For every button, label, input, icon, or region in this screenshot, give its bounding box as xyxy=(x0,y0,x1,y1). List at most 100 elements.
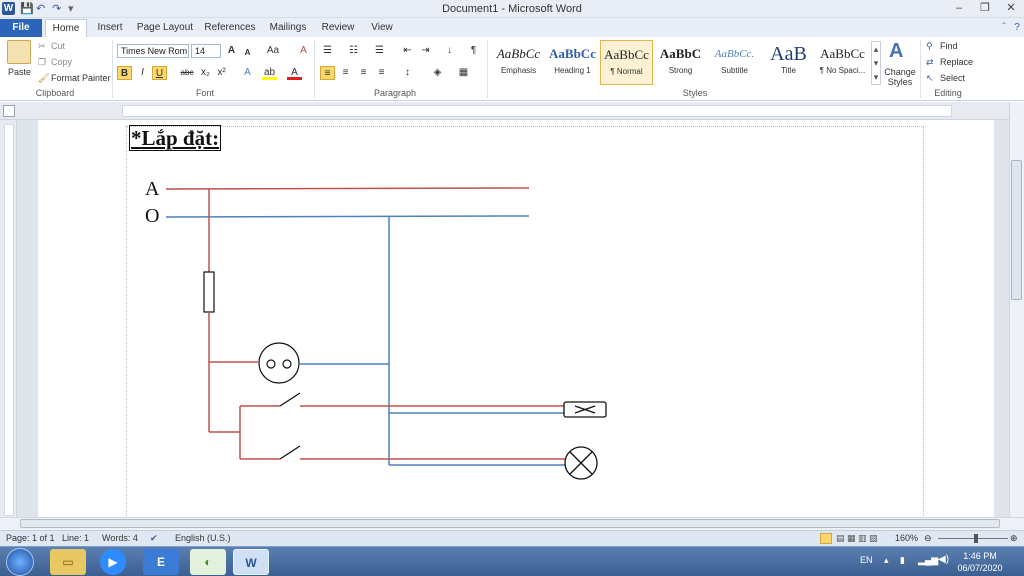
paragraph-group-label: Paragraph xyxy=(373,88,417,98)
style-strong[interactable]: AaBbC Strong xyxy=(654,40,707,85)
text-effects-icon[interactable]: A xyxy=(240,66,255,80)
input-language[interactable]: EN xyxy=(860,555,873,565)
font-family-select[interactable]: Times New Rom xyxy=(117,44,189,58)
zoom-app-icon[interactable]: ▶ xyxy=(100,549,126,575)
maximize-button[interactable]: ❐ xyxy=(974,1,996,16)
tab-references[interactable]: References xyxy=(203,19,257,37)
zoom-slider[interactable] xyxy=(938,538,1008,539)
green-app-icon[interactable]: ◐ xyxy=(190,549,226,575)
shading-icon[interactable]: ◈ xyxy=(430,66,445,80)
tab-selector-icon[interactable] xyxy=(3,105,15,117)
align-center-icon[interactable]: ≡ xyxy=(338,66,353,80)
tray-expand-icon[interactable]: ▴ xyxy=(884,555,889,566)
format-painter-button[interactable]: Format Painter xyxy=(51,73,111,83)
justify-icon[interactable]: ≡ xyxy=(374,66,389,80)
cut-icon[interactable]: ✂ xyxy=(38,41,46,52)
view-modes-icon[interactable]: ▤ ▦ ▥ ▧ xyxy=(836,533,878,544)
replace-icon[interactable]: ⇄ xyxy=(926,57,934,68)
grow-font-button[interactable]: A xyxy=(224,44,239,58)
word-count[interactable]: Words: 4 xyxy=(102,533,138,543)
tab-insert[interactable]: Insert xyxy=(92,19,128,37)
print-layout-icon[interactable] xyxy=(820,533,832,544)
minimize-ribbon-icon[interactable]: ˆ xyxy=(998,19,1010,37)
style-heading-1[interactable]: AaBbCc Heading 1 xyxy=(546,40,599,85)
styles-scroll-icon[interactable]: ▴ ▾ ▾ xyxy=(871,41,881,85)
minimize-button[interactable]: – xyxy=(948,1,970,16)
zoom-level[interactable]: 160% xyxy=(895,533,918,543)
volume-icon[interactable]: ◀) xyxy=(938,554,949,565)
binoculars-icon[interactable]: ⚲ xyxy=(926,41,933,52)
clock-date: 06/07/2020 xyxy=(957,563,1003,573)
format-painter-icon[interactable]: 🖌 xyxy=(38,73,49,84)
subscript-button[interactable]: x₂ xyxy=(198,66,213,80)
style-no-spacing[interactable]: AaBbCc ¶ No Spaci... xyxy=(816,40,869,85)
style-sample: AaBbCc. xyxy=(714,48,755,60)
close-button[interactable]: ✕ xyxy=(1000,1,1022,16)
bullets-icon[interactable]: ☰ xyxy=(320,44,335,58)
align-left-icon[interactable]: ≡ xyxy=(320,66,335,80)
start-button[interactable] xyxy=(6,548,34,576)
copy-button[interactable]: Copy xyxy=(51,57,72,67)
multilevel-list-icon[interactable]: ☰ xyxy=(372,44,387,58)
battery-icon[interactable]: ▮ xyxy=(900,555,905,566)
paste-button[interactable]: Paste xyxy=(8,67,31,77)
cut-button[interactable]: Cut xyxy=(51,41,65,51)
select-icon[interactable]: ↖ xyxy=(926,73,934,84)
zoom-in-icon[interactable]: ⊕ xyxy=(1010,533,1018,544)
tab-page-layout[interactable]: Page Layout xyxy=(136,19,194,37)
style-name: Emphasis xyxy=(500,66,537,75)
italic-button[interactable]: I xyxy=(135,66,150,80)
style-subtitle[interactable]: AaBbCc. Subtitle xyxy=(708,40,761,85)
change-styles-button[interactable]: Change Styles xyxy=(884,67,916,87)
copy-icon[interactable]: ❐ xyxy=(38,57,46,68)
show-formatting-button[interactable]: ¶ xyxy=(466,44,481,58)
underline-button[interactable]: U xyxy=(152,66,167,80)
align-right-icon[interactable]: ≡ xyxy=(356,66,371,80)
font-color-icon[interactable]: A xyxy=(287,66,302,80)
horizontal-scroll-thumb[interactable] xyxy=(20,519,1000,528)
ribbon-separator xyxy=(314,40,315,98)
language-indicator[interactable]: English (U.S.) xyxy=(175,533,231,543)
change-case-button[interactable]: Aa xyxy=(263,44,283,58)
network-icon[interactable]: ▂▄▆ xyxy=(918,555,938,566)
sort-icon[interactable]: ↓ xyxy=(442,44,457,58)
clock[interactable]: 1:46 PM 06/07/2020 xyxy=(950,550,1010,574)
replace-button[interactable]: Replace xyxy=(940,57,973,67)
zoom-slider-thumb[interactable] xyxy=(974,534,978,543)
strikethrough-button[interactable]: abc xyxy=(178,66,196,80)
select-button[interactable]: Select xyxy=(940,73,965,83)
zoom-out-icon[interactable]: ⊖ xyxy=(924,533,932,544)
ef-app-icon[interactable]: E xyxy=(143,549,179,575)
tab-view[interactable]: View xyxy=(366,19,398,37)
highlight-icon[interactable]: ab xyxy=(262,66,277,80)
numbering-icon[interactable]: ☷ xyxy=(346,44,361,58)
shrink-font-button[interactable]: A xyxy=(240,46,255,60)
superscript-button[interactable]: x² xyxy=(214,66,229,80)
window-title: Document1 - Microsoft Word xyxy=(442,3,582,15)
page-count[interactable]: Page: 1 of 1 xyxy=(6,533,55,543)
font-size-select[interactable]: 14 xyxy=(191,44,221,58)
vertical-scroll-thumb[interactable] xyxy=(1011,160,1022,300)
increase-indent-icon[interactable]: ⇥ xyxy=(418,44,433,58)
help-icon[interactable]: ? xyxy=(1010,19,1024,37)
tab-review[interactable]: Review xyxy=(318,19,358,37)
font-group-label: Font xyxy=(195,88,214,98)
line-spacing-icon[interactable]: ↕ xyxy=(400,66,415,80)
tab-file[interactable]: File xyxy=(0,19,42,37)
style-title[interactable]: AaB Title xyxy=(762,40,815,85)
line-number[interactable]: Line: 1 xyxy=(62,533,89,543)
find-button[interactable]: Find xyxy=(940,41,958,51)
bold-button[interactable]: B xyxy=(117,66,132,80)
style-emphasis[interactable]: AaBbCc Emphasis xyxy=(492,40,545,85)
clear-formatting-button[interactable]: A xyxy=(296,44,311,58)
tab-home[interactable]: Home xyxy=(45,19,87,37)
paste-icon[interactable] xyxy=(7,40,31,64)
proofing-icon[interactable]: ✔ xyxy=(150,533,158,544)
decrease-indent-icon[interactable]: ⇤ xyxy=(400,44,415,58)
change-styles-icon[interactable]: A xyxy=(889,40,903,63)
borders-icon[interactable]: ▦ xyxy=(456,66,471,80)
style-normal[interactable]: AaBbCc ¶ Normal xyxy=(600,40,653,85)
file-explorer-icon[interactable]: ▭ xyxy=(50,549,86,575)
tab-mailings[interactable]: Mailings xyxy=(266,19,310,37)
word-taskbar-icon[interactable]: W xyxy=(233,549,269,575)
